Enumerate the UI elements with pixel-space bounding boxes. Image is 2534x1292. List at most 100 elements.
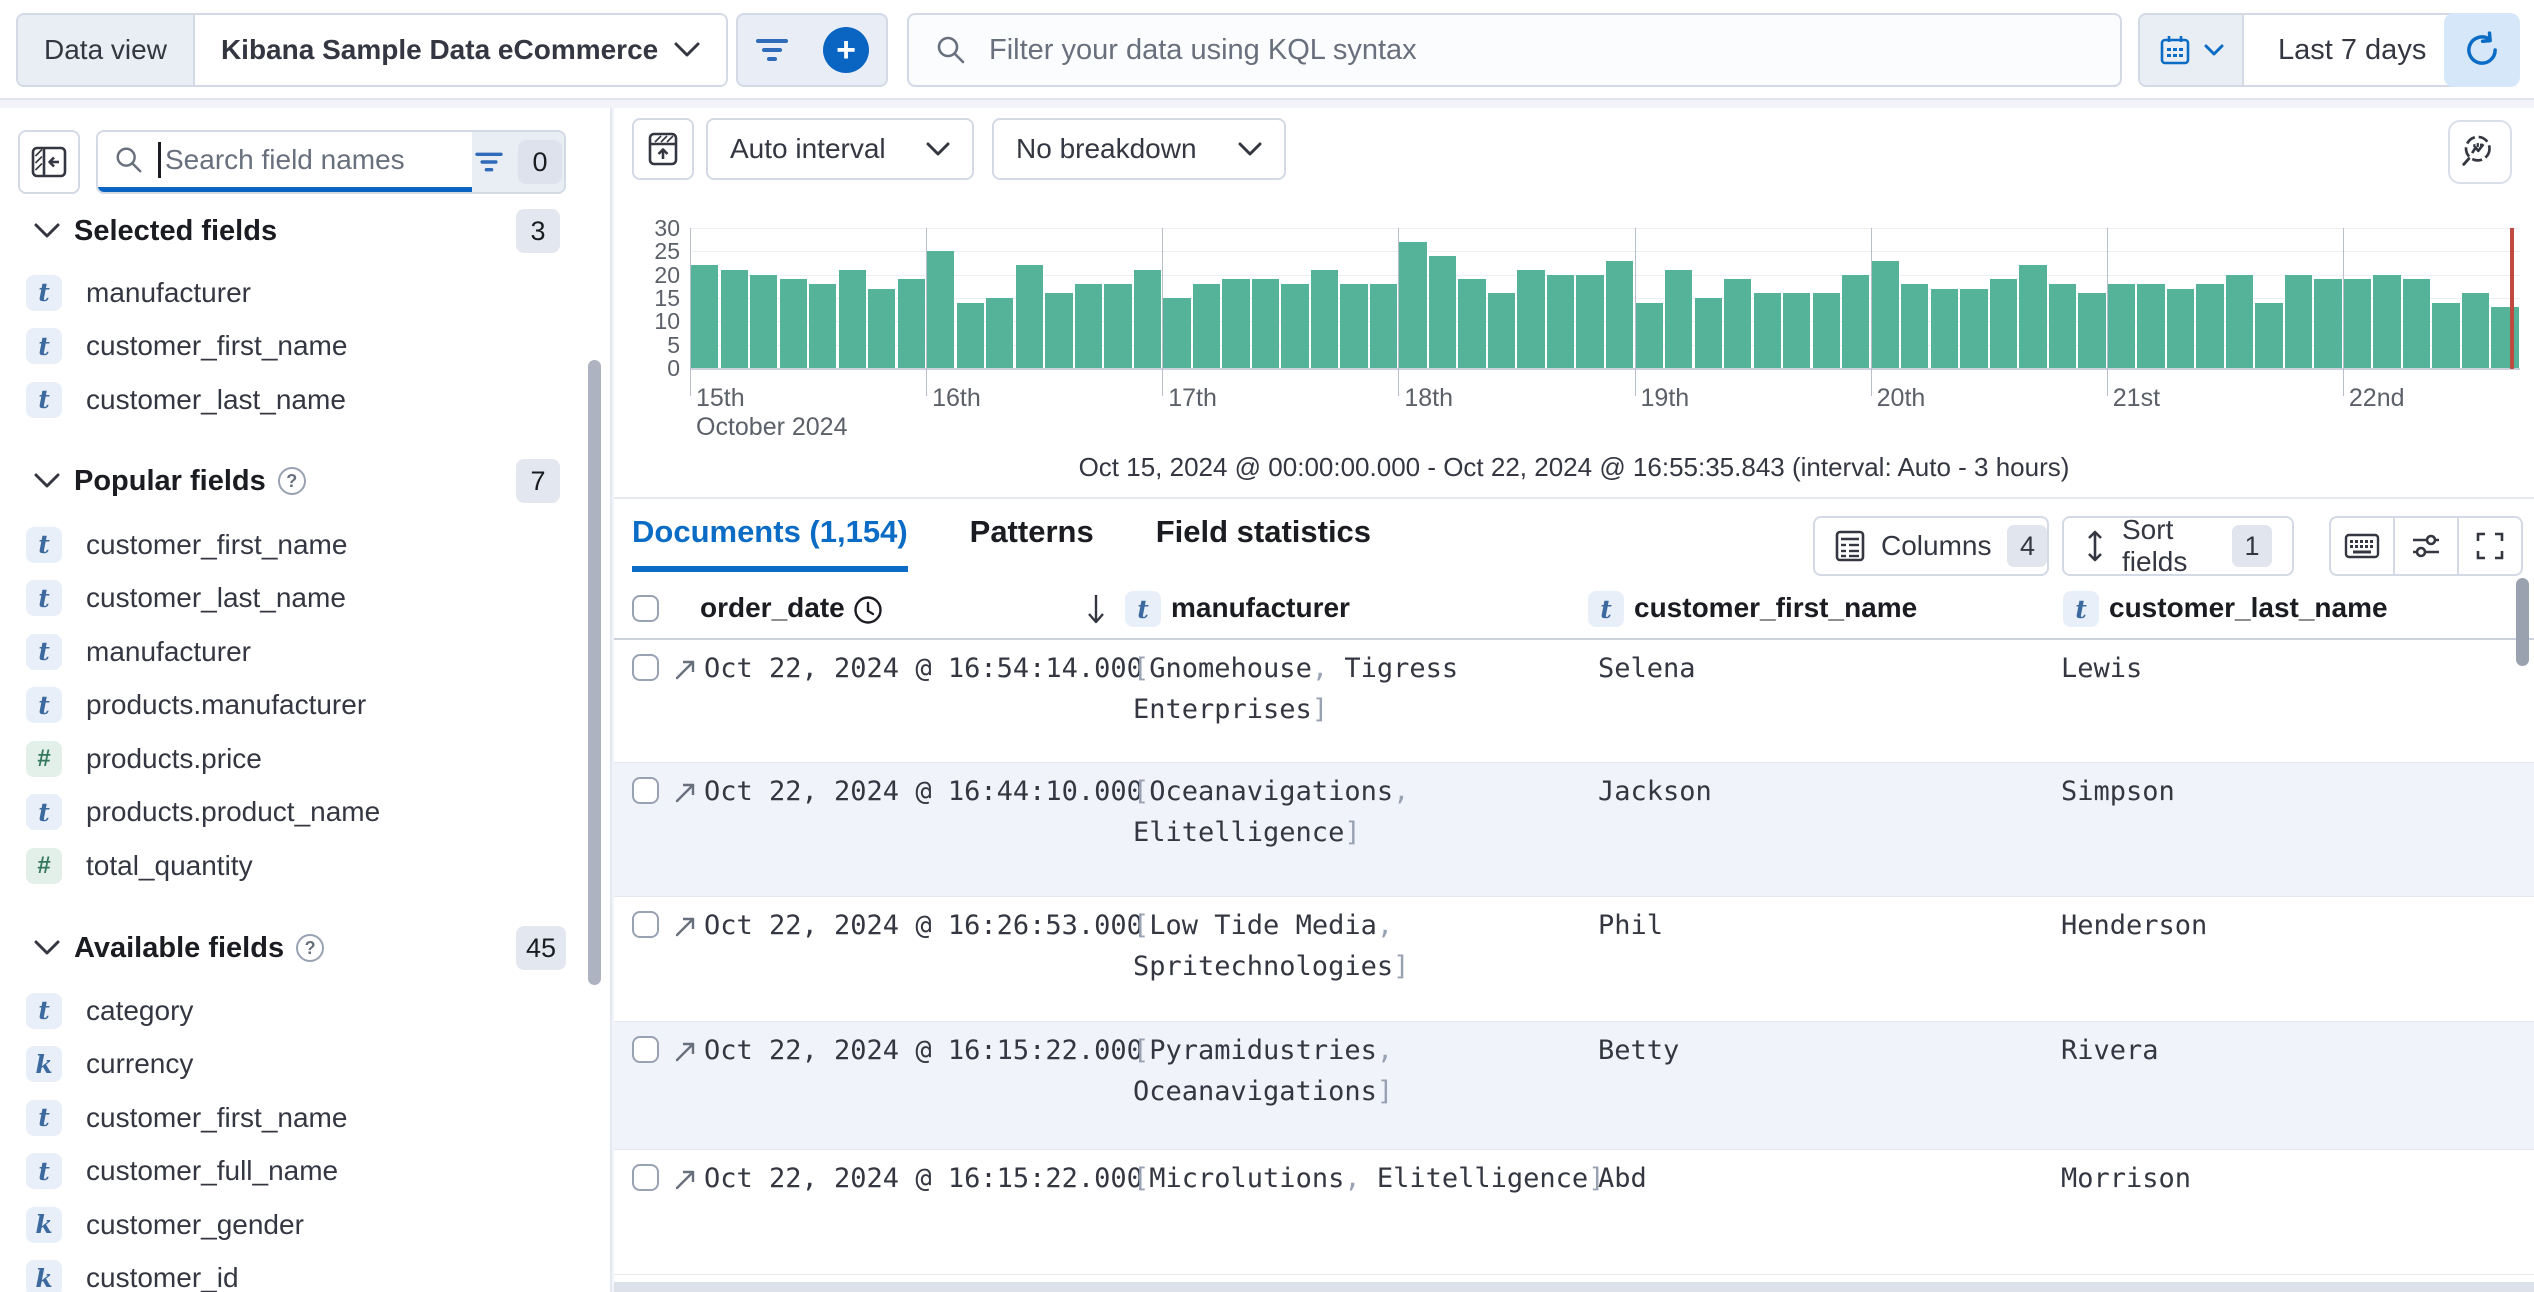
row-checkbox[interactable]	[632, 654, 659, 681]
refresh-button[interactable]	[2444, 13, 2520, 87]
table-row[interactable]: Oct 22, 2024 @ 16:15:22.000 [Microlutions…	[614, 1150, 2534, 1275]
section-header-available-fields[interactable]: Available fields? 45	[0, 925, 610, 971]
field-item[interactable]: t customer_full_name	[0, 1145, 590, 1199]
row-checkbox[interactable]	[632, 911, 659, 938]
histogram-bar[interactable]	[1724, 279, 1752, 368]
histogram-bar[interactable]	[1163, 298, 1191, 368]
field-item[interactable]: t category	[0, 984, 590, 1038]
table-row[interactable]: Oct 22, 2024 @ 16:26:53.000 [Low Tide Med…	[614, 897, 2534, 1022]
histogram-bar[interactable]	[2019, 265, 2047, 368]
row-checkbox[interactable]	[632, 1036, 659, 1063]
column-header-customer-first-name[interactable]: customer_first_name	[1634, 592, 1917, 624]
histogram-bar[interactable]	[1192, 284, 1221, 368]
histogram-bar[interactable]	[750, 274, 778, 368]
histogram-bar[interactable]	[779, 279, 807, 368]
histogram-bar[interactable]	[1842, 274, 1870, 368]
histogram-bar[interactable]	[956, 302, 984, 368]
section-header-selected-fields[interactable]: Selected fields 3	[0, 208, 610, 254]
field-item[interactable]: t products.manufacturer	[0, 679, 590, 733]
histogram-bar[interactable]	[2166, 288, 2195, 368]
field-item[interactable]: t customer_last_name	[0, 373, 590, 427]
interval-select[interactable]: Auto interval	[706, 118, 974, 180]
collapse-sidebar-button[interactable]	[18, 130, 80, 194]
field-item[interactable]: t manufacturer	[0, 266, 590, 320]
column-header-manufacturer[interactable]: manufacturer	[1171, 592, 1350, 624]
histogram-bar[interactable]	[2225, 274, 2254, 368]
hide-chart-button[interactable]	[632, 118, 694, 180]
table-row[interactable]: Oct 22, 2024 @ 16:44:10.000 [Oceanavigati…	[614, 763, 2534, 897]
field-item[interactable]: t manufacturer	[0, 625, 590, 679]
data-view-picker[interactable]: Data view Kibana Sample Data eCommerce	[16, 13, 729, 87]
histogram-bar[interactable]	[1546, 274, 1575, 368]
field-item[interactable]: t customer_first_name	[0, 518, 590, 572]
display-options-button[interactable]	[2393, 518, 2457, 574]
histogram-bar[interactable]	[2373, 274, 2401, 368]
tab-documents[interactable]: Documents (1,154)	[632, 514, 908, 572]
histogram-bar[interactable]	[1222, 279, 1250, 368]
time-range-value[interactable]: Last 7 days	[2244, 15, 2461, 85]
histogram-bar[interactable]	[1665, 270, 1693, 368]
histogram-bar[interactable]	[1369, 284, 1398, 368]
histogram-bar[interactable]	[1310, 270, 1339, 368]
expand-document-icon[interactable]	[672, 1038, 699, 1065]
histogram-bar[interactable]	[2314, 279, 2342, 368]
keyboard-shortcuts-button[interactable]	[2331, 518, 2393, 574]
histogram-bar[interactable]	[1104, 284, 1132, 368]
histogram-bar[interactable]	[691, 265, 719, 368]
histogram-bar[interactable]	[1901, 284, 1929, 368]
expand-document-icon[interactable]	[672, 1166, 699, 1193]
sort-fields-button[interactable]: Sort fields 1	[2062, 514, 2294, 577]
histogram-bar[interactable]	[2196, 284, 2224, 368]
field-item[interactable]: t customer_last_name	[0, 572, 590, 626]
histogram-bar[interactable]	[1458, 279, 1486, 368]
histogram-bar[interactable]	[2461, 293, 2490, 368]
histogram-bar[interactable]	[1517, 270, 1545, 368]
field-item[interactable]: k customer_gender	[0, 1198, 590, 1252]
field-item[interactable]: t customer_first_name	[0, 320, 590, 374]
field-search-input[interactable]: Search field names	[98, 132, 472, 192]
field-item[interactable]: k currency	[0, 1038, 590, 1092]
data-view-value[interactable]: Kibana Sample Data eCommerce	[194, 15, 727, 85]
table-row[interactable]: Oct 22, 2024 @ 16:54:14.000 [Gnomehouse, …	[614, 640, 2534, 763]
histogram-bar[interactable]	[2284, 274, 2313, 368]
histogram-bar[interactable]	[927, 251, 955, 368]
histogram-bar[interactable]	[1340, 284, 1368, 368]
sort-descending-icon[interactable]	[1085, 592, 1107, 626]
column-header-order-date[interactable]: order_date	[700, 592, 845, 624]
field-item[interactable]: # products.price	[0, 732, 590, 786]
tab-patterns[interactable]: Patterns	[970, 514, 1094, 572]
fullscreen-button[interactable]	[2457, 518, 2521, 574]
histogram-bar[interactable]	[1045, 293, 1073, 368]
histogram-bar[interactable]	[1606, 260, 1634, 368]
histogram-bar[interactable]	[1960, 288, 1988, 368]
select-all-checkbox[interactable]	[632, 595, 659, 622]
add-filter-button[interactable]: +	[823, 27, 869, 73]
histogram-bar[interactable]	[1133, 270, 1162, 368]
breakdown-select[interactable]: No breakdown	[992, 118, 1286, 180]
histogram-bar[interactable]	[2137, 284, 2165, 368]
histogram-bar[interactable]	[1989, 279, 2018, 368]
expand-document-icon[interactable]	[672, 779, 699, 806]
sidebar-scrollbar[interactable]	[588, 360, 601, 985]
histogram-bar[interactable]	[2107, 284, 2136, 368]
expand-document-icon[interactable]	[672, 656, 699, 683]
histogram-bar[interactable]	[2078, 293, 2106, 368]
histogram-bar[interactable]	[2402, 279, 2431, 368]
histogram-bar[interactable]	[838, 270, 866, 368]
column-header-customer-last-name[interactable]: customer_last_name	[2109, 592, 2388, 624]
histogram-bar[interactable]	[1694, 298, 1722, 368]
histogram-bar[interactable]	[1812, 293, 1840, 368]
histogram-bar[interactable]	[2491, 307, 2519, 368]
histogram-bar[interactable]	[1635, 302, 1663, 368]
histogram-bar[interactable]	[1399, 242, 1427, 368]
histogram-bar[interactable]	[1753, 293, 1781, 368]
histogram-bar[interactable]	[868, 288, 896, 368]
field-item[interactable]: t customer_first_name	[0, 1091, 590, 1145]
field-item[interactable]: # total_quantity	[0, 839, 590, 893]
histogram-bar[interactable]	[1015, 265, 1043, 368]
field-filter-button[interactable]: 0	[472, 132, 564, 192]
histogram-bar[interactable]	[809, 284, 837, 368]
histogram-bar[interactable]	[1930, 288, 1958, 368]
histogram-bar[interactable]	[1251, 279, 1280, 368]
explore-in-lens-button[interactable]	[2448, 120, 2512, 184]
